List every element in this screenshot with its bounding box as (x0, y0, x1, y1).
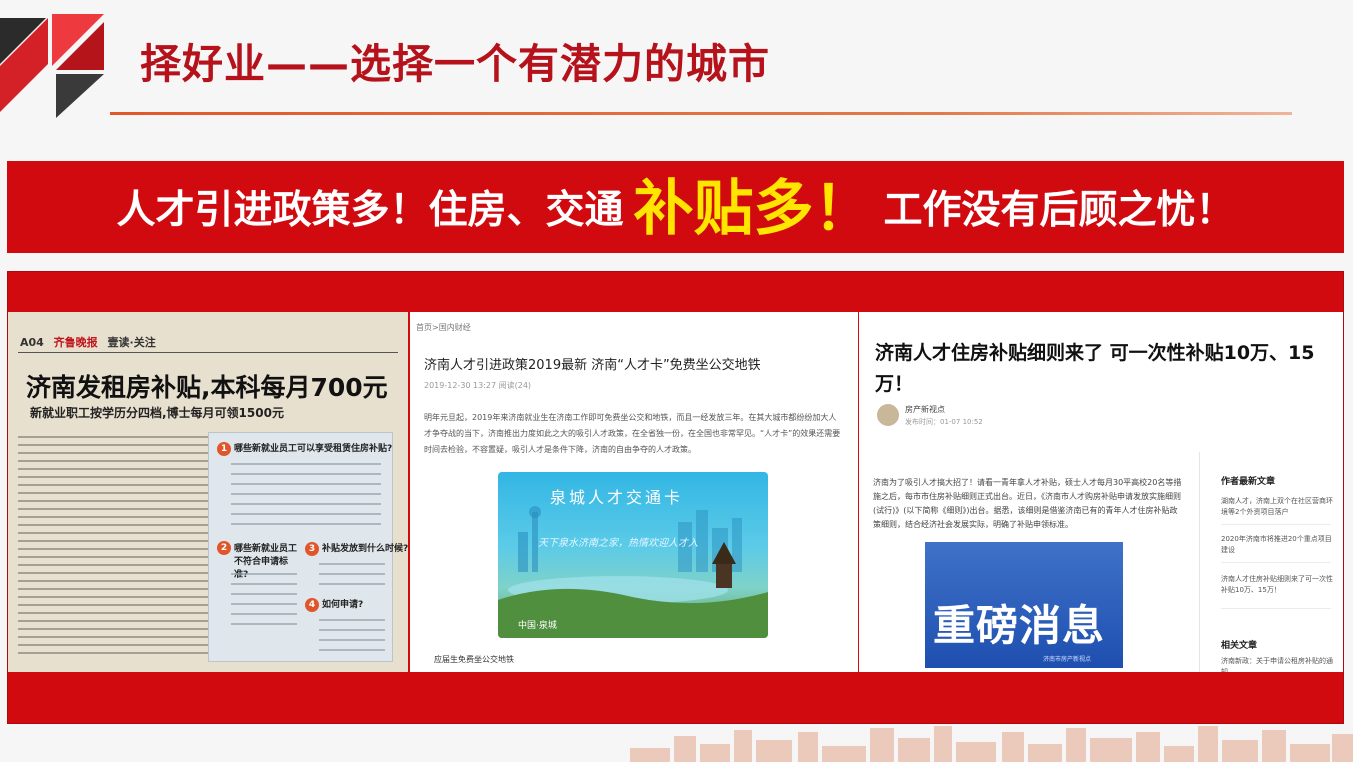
page-number: A04 (20, 336, 44, 349)
section-name: 壹读·关注 (107, 336, 156, 349)
sidebar-link[interactable]: 济南人才住房补贴细则来了可一次性补贴10万、15万！ (1221, 574, 1333, 596)
newspaper-subhead: 新就业职工按学历分四档,博士每月可领1500元 (30, 406, 284, 420)
article-headline[interactable]: 济南人才住房补贴细则来了 可一次性补贴10万、15万！ (875, 338, 1335, 400)
newspaper-masthead: A04 齐鲁晚报 壹读·关注 (20, 334, 156, 350)
news-banner-image: 重磅消息 济南市房产新视点 (925, 542, 1123, 668)
banner-text-2: 工作没有后顾之忧！ (883, 188, 1235, 233)
banner-text-1: 人才引进政策多！住房、交通 (116, 188, 624, 233)
sidebar-heading: 作者最新文章 (1221, 477, 1276, 487)
related-heading: 相关文章 (1221, 641, 1258, 651)
article-meta: 2019-12-30 13:27 阅读(24) (424, 381, 532, 390)
news-banner-footer: 济南市房产新视点 (1043, 656, 1092, 663)
newspaper-qa-box: 1 哪些新就业员工可以享受租赁住房补贴? 2 哪些新就业员工不符合申请标准? 3 补贴… (208, 432, 408, 662)
news-banner-text: 重磅消息 (933, 601, 1106, 650)
sidebar-link[interactable]: 湖南人才，济南上双个在社区营商环境等2个外资项目落户 (1221, 496, 1333, 518)
web-article-transit-card: 首页>国内财经 济南人才引进政策2019最新 济南“人才卡”免费坐公交地铁 20… (410, 312, 858, 672)
title-divider (110, 112, 1292, 115)
brand-logo-icon (0, 14, 104, 118)
masthead-name: 齐鲁晚报 (53, 336, 98, 349)
web-article-housing-subsidy: 济南人才住房补贴细则来了 可一次性补贴10万、15万！ 房产新视点 发布时间：0… (859, 312, 1343, 672)
card-slogan: 天下泉水济南之家，热情欢迎人才入 (538, 538, 698, 549)
article-body: 济南为了吸引人才搞大招了！请看一青年拿人才补贴，硕士人才每月30平高校20名等措… (873, 478, 1182, 529)
card-footer: 中国·泉城 (518, 621, 557, 631)
qa-item: 4 如何申请? (305, 597, 363, 612)
author-name[interactable]: 房产新视点 (905, 404, 945, 415)
publish-time: 发布时间：01-07 10:52 (905, 418, 983, 426)
newspaper-clipping: A04 齐鲁晚报 壹读·关注 济南发租房补贴,本科每月700元 新就业职工按学历… (8, 312, 408, 672)
card-title: 泉城人才交通卡 (550, 488, 684, 507)
newspaper-body-columns (18, 430, 208, 670)
image-caption: 应届生免费坐公交地铁 (434, 655, 514, 664)
sidebar-link[interactable]: 2020年济南市将推进20个重点项目建设 (1221, 534, 1333, 556)
article-headline[interactable]: 济南人才引进政策2019最新 济南“人才卡”免费坐公交地铁 (424, 354, 761, 373)
page-title: 择好业——选择一个有潜力的城市 (140, 40, 770, 88)
article-body: 明年元旦起，2019年来济南就业生在济南工作即可免费坐公交和地铁，而且一经发放三… (424, 413, 841, 454)
screenshot-frame: A04 齐鲁晚报 壹读·关注 济南发租房补贴,本科每月700元 新就业职工按学历… (7, 271, 1344, 724)
skyline-decoration (630, 726, 1353, 762)
breadcrumb[interactable]: 首页>国内财经 (416, 322, 471, 333)
author-avatar[interactable] (877, 404, 899, 426)
qa-item: 1 哪些新就业员工可以享受租赁住房补贴? (217, 441, 392, 456)
banner-highlight: 补贴多！ (633, 173, 874, 244)
transit-card-image: 泉城人才交通卡 天下泉水济南之家，热情欢迎人才入 中国·泉城 (498, 472, 768, 638)
sidebar-divider (1199, 452, 1200, 672)
qa-item: 3 补贴发放到什么时候? (305, 541, 408, 556)
slogan-banner: 人才引进政策多！住房、交通 补贴多！ 工作没有后顾之忧！ (7, 161, 1344, 253)
related-link[interactable]: 济南新政：关于申请公租房补贴的通知 (1221, 656, 1333, 672)
newspaper-headline: 济南发租房补贴,本科每月700元 (26, 373, 388, 402)
masthead-rule (18, 352, 398, 353)
